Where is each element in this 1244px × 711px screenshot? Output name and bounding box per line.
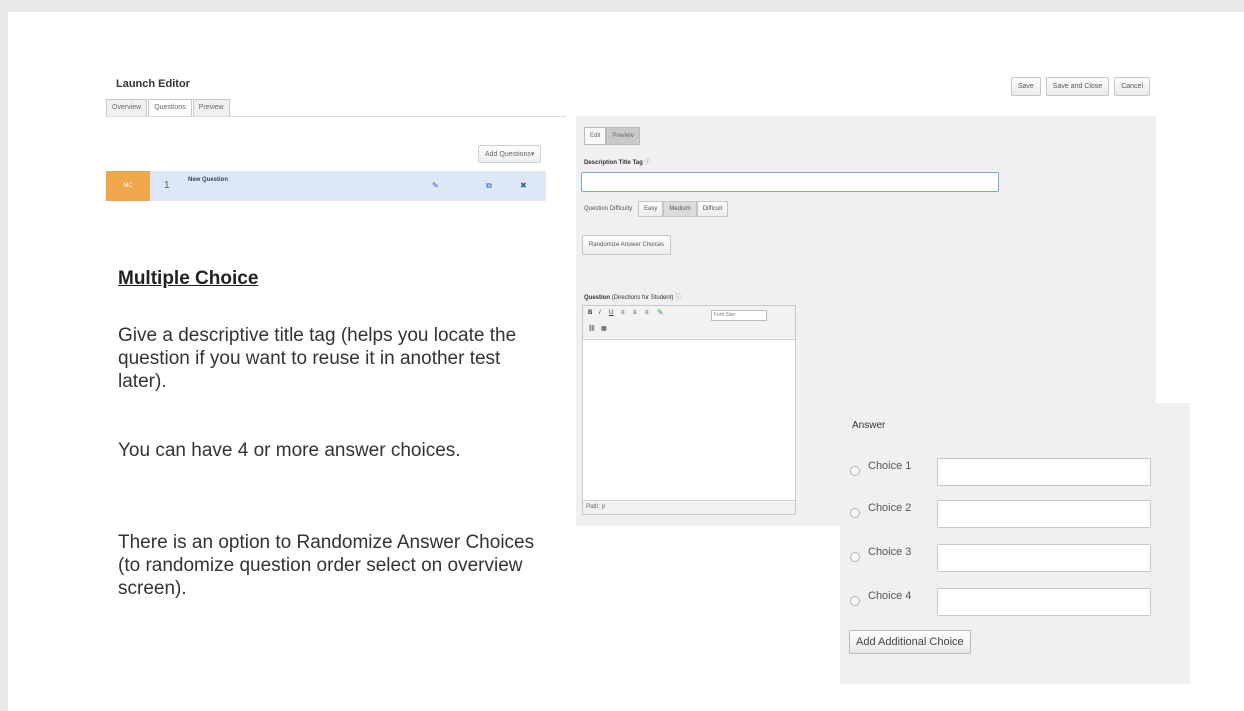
rte-toolbar: B I U ≡ ≡ ≡ ✎ Font Size ⛓ ▦ <box>583 306 795 340</box>
choice-1-input[interactable] <box>937 458 1151 486</box>
add-additional-choice-button[interactable]: Add Additional Choice <box>849 630 971 654</box>
table-icon[interactable]: ▦ <box>601 325 607 332</box>
question-rich-text-editor[interactable]: B I U ≡ ≡ ≡ ✎ Font Size ⛓ ▦ Path: p <box>582 305 796 515</box>
choice-1-radio[interactable] <box>850 466 860 476</box>
edit-preview-tabs: Edit Preview <box>584 127 640 145</box>
question-label: Question (Directions for Student) ⓘ <box>584 295 682 301</box>
cancel-button[interactable]: Cancel <box>1114 77 1150 96</box>
choice-3-radio[interactable] <box>850 552 860 562</box>
tab-preview[interactable]: Preview <box>192 99 230 117</box>
align-left-icon[interactable]: ≡ <box>621 310 625 316</box>
save-button[interactable]: Save <box>1010 77 1041 96</box>
instruction-paragraph-2: You can have 4 or more answer choices. <box>118 440 461 461</box>
bold-icon[interactable]: B <box>588 310 592 316</box>
link-icon[interactable]: ⛓ <box>588 325 596 332</box>
question-number: 1 <box>164 180 170 191</box>
choice-2-label: Choice 2 <box>868 502 912 514</box>
copy-icon[interactable]: ⧉ <box>486 181 492 191</box>
instructions-heading: Multiple Choice <box>118 268 259 289</box>
choice-2-radio[interactable] <box>850 508 860 518</box>
choice-1-label: Choice 1 <box>868 460 912 472</box>
difficulty-label: Question Difficulty <box>584 206 633 212</box>
choice-4-input[interactable] <box>937 588 1151 616</box>
choice-3-input[interactable] <box>937 544 1151 572</box>
help-icon[interactable]: ⓘ <box>675 295 681 301</box>
instruction-paragraph-1: Give a descriptive title tag (helps you … <box>118 325 517 392</box>
rte-path: Path: p <box>583 500 795 514</box>
randomize-answer-choices-button[interactable]: Randomize Answer Choices <box>582 235 672 255</box>
editor-title: Launch Editor <box>116 78 190 90</box>
tab-divider <box>106 116 566 117</box>
choice-2-input[interactable] <box>937 500 1151 528</box>
difficulty-easy[interactable]: Easy <box>638 201 664 217</box>
add-questions-button[interactable]: Add Questions▾ <box>478 145 542 163</box>
description-title-label: Description Title Tag ⓘ <box>584 160 651 166</box>
question-type-badge: MC <box>106 171 150 201</box>
difficulty-medium[interactable]: Medium <box>663 201 697 217</box>
align-right-icon[interactable]: ≡ <box>645 310 649 316</box>
difficulty-difficult[interactable]: Difficult <box>696 201 729 217</box>
question-row[interactable]: MC 1 New Question ✎ ⧉ ✖ <box>106 171 546 201</box>
difficulty-toggle: Easy Medium Difficult <box>638 201 729 217</box>
description-title-input[interactable] <box>581 172 999 192</box>
choice-4-radio[interactable] <box>850 596 860 606</box>
tab-editor-preview[interactable]: Preview <box>606 127 640 145</box>
editor-actions: Save Save and Close Cancel <box>1010 77 1150 96</box>
delete-icon[interactable]: ✖ <box>520 181 527 190</box>
choice-4-label: Choice 4 <box>868 590 912 602</box>
editor-tabs: Overview Questions Preview <box>106 99 231 117</box>
font-size-select[interactable]: Font Size <box>711 310 767 321</box>
answer-heading: Answer <box>852 420 886 431</box>
tab-questions[interactable]: Questions <box>148 99 192 117</box>
tab-overview[interactable]: Overview <box>106 99 148 117</box>
window-left-border <box>0 12 8 711</box>
instruction-paragraph-3: There is an option to Randomize Answer C… <box>118 532 535 599</box>
underline-icon[interactable]: U <box>609 310 613 316</box>
question-title: New Question <box>188 177 229 183</box>
window-top-border <box>0 0 1244 12</box>
image-icon[interactable]: ✎ <box>657 308 664 317</box>
choice-3-label: Choice 3 <box>868 546 912 558</box>
help-icon[interactable]: ⓘ <box>644 160 650 166</box>
italic-icon[interactable]: I <box>599 310 601 316</box>
align-center-icon[interactable]: ≡ <box>633 310 637 316</box>
tab-edit[interactable]: Edit <box>584 127 607 145</box>
edit-icon[interactable]: ✎ <box>432 181 439 190</box>
save-and-close-button[interactable]: Save and Close <box>1045 77 1110 96</box>
